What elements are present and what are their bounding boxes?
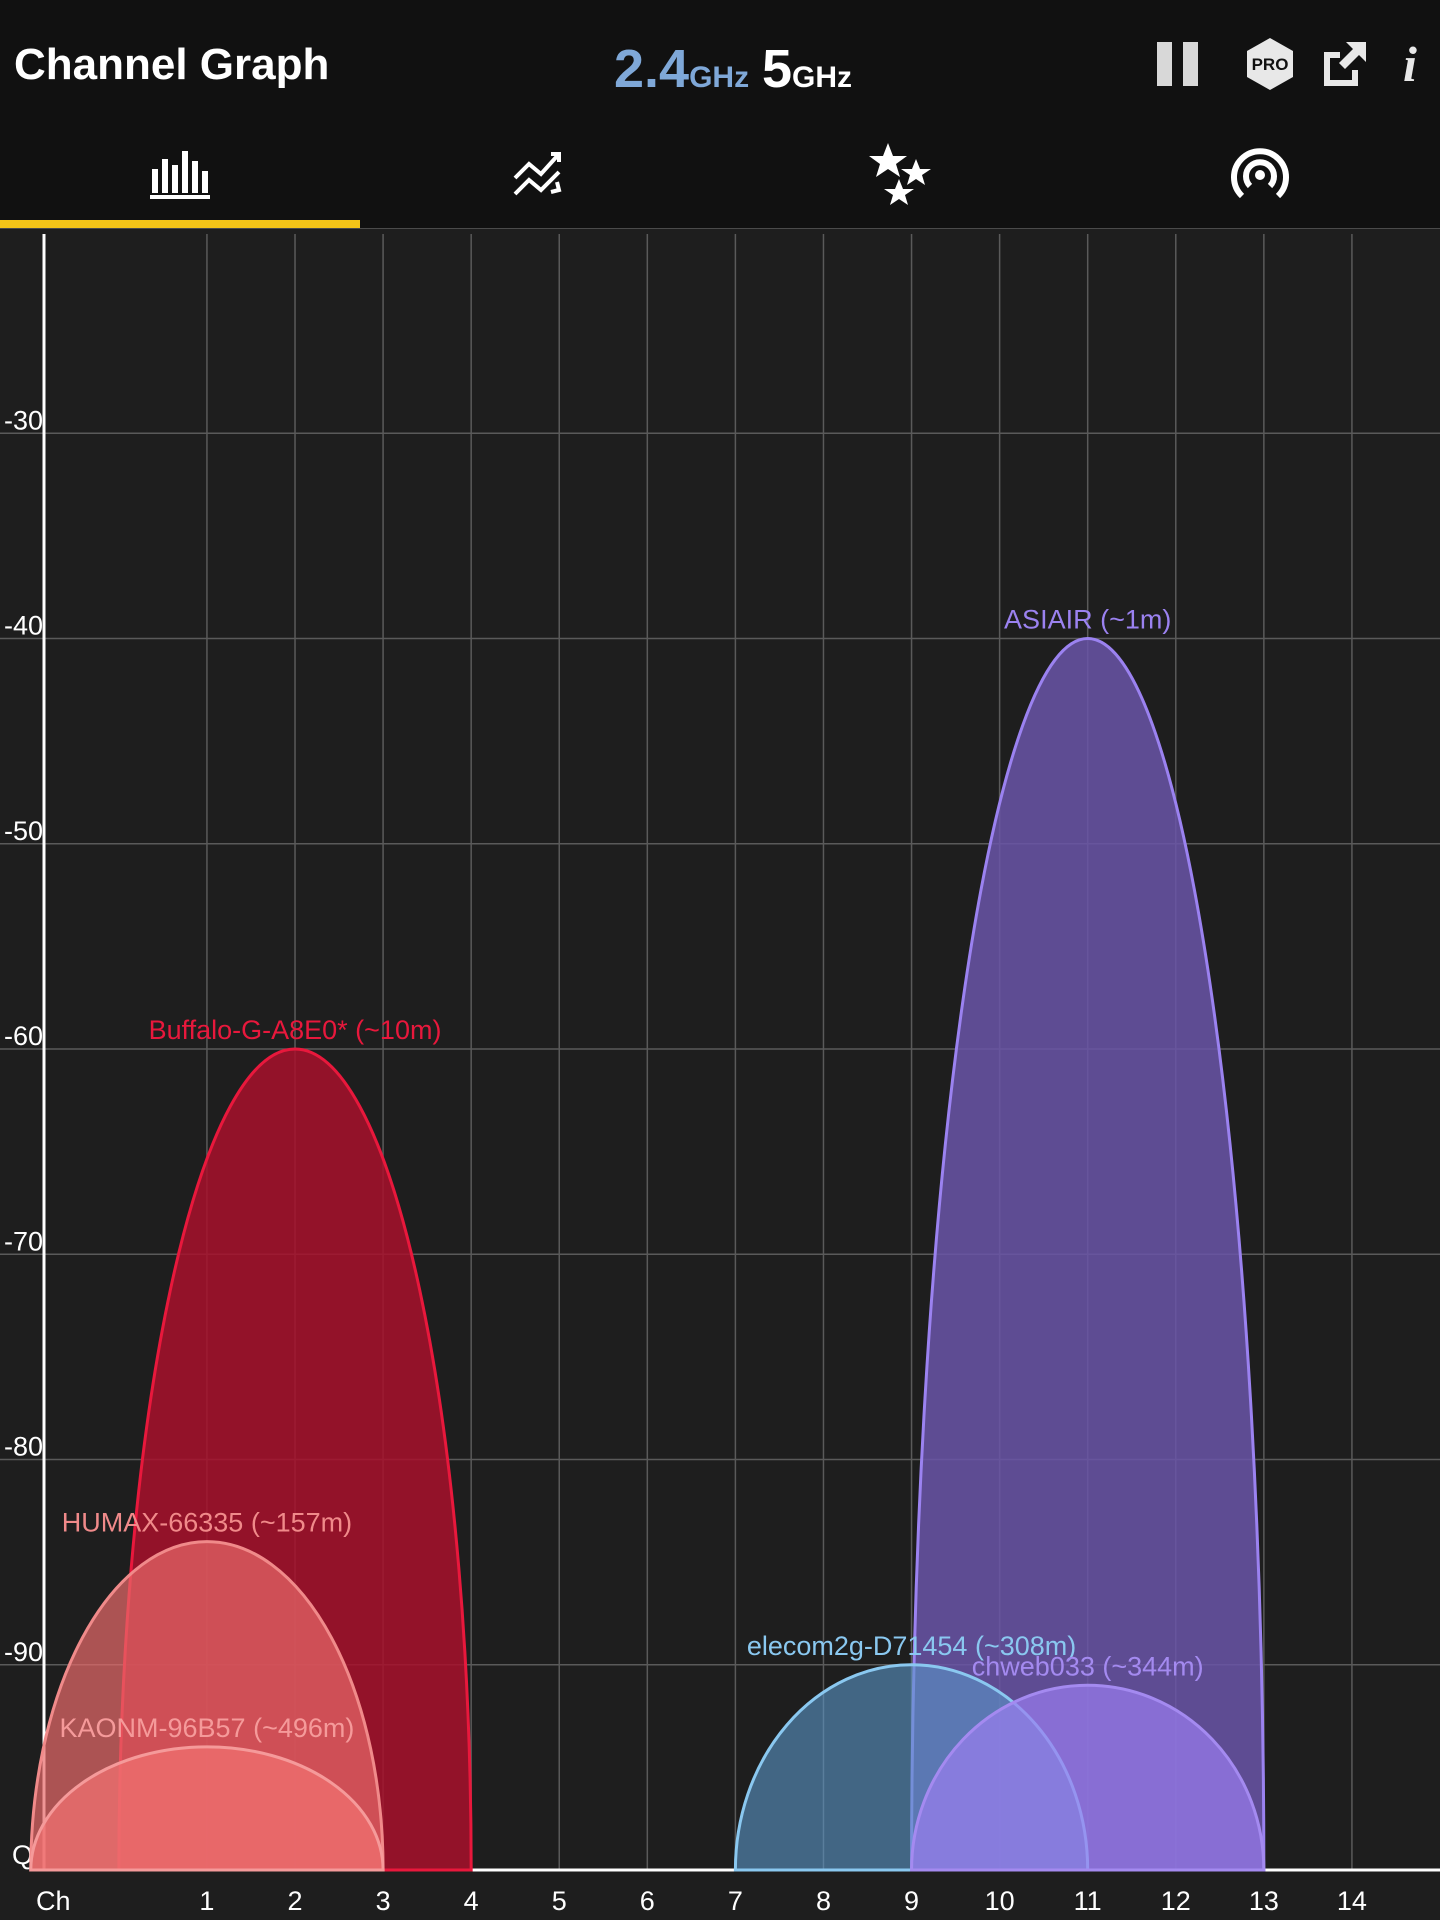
x-tick-label: 10: [985, 1886, 1015, 1916]
pro-badge-text: PRO: [1252, 55, 1289, 74]
x-tick-label: 12: [1161, 1886, 1191, 1916]
tab-time-graph[interactable]: [360, 120, 720, 228]
x-tick-label: 9: [904, 1886, 919, 1916]
channel-graph-chart: -20-30-40-50-60-70-80-901234567891011121…: [0, 228, 1440, 1916]
band-2-4ghz-toggle[interactable]: 2.4GHz: [614, 38, 749, 100]
x-tick-label: 7: [728, 1886, 743, 1916]
app-bar: Channel Graph 2.4GHz 5GHz PRO i: [0, 0, 1440, 120]
y-tick-label: -40: [4, 611, 43, 641]
x-tick-label: 2: [288, 1886, 303, 1916]
x-tick-label: 4: [464, 1886, 479, 1916]
y-tick-label: -90: [4, 1637, 43, 1667]
y-tick-label: -60: [4, 1021, 43, 1051]
share-external-icon: [1324, 42, 1366, 86]
tab-access-points[interactable]: [1080, 120, 1440, 228]
x-tick-label: 14: [1337, 1886, 1367, 1916]
x-tick-label: 11: [1074, 1886, 1102, 1916]
x-tick-label: 13: [1249, 1886, 1279, 1916]
pro-badge-icon: PRO: [1247, 38, 1293, 90]
network-label: Buffalo-G-A8E0* (~10m): [149, 1015, 442, 1045]
x-tick-label: 5: [552, 1886, 567, 1916]
x-tick-label: 6: [640, 1886, 655, 1916]
tab-channel-graph[interactable]: [0, 120, 360, 228]
band-2-4ghz-unit: GHz: [689, 61, 750, 94]
network-label: KAONM-96B57 (~496m): [60, 1713, 355, 1743]
x-tick-label: 1: [199, 1886, 214, 1916]
y-tick-label: -50: [4, 816, 43, 846]
x-tick-label: 8: [816, 1886, 831, 1916]
band-5ghz-toggle[interactable]: 5GHz: [762, 38, 852, 100]
band-5ghz-number: 5: [762, 39, 793, 99]
x-axis-label: Ch: [36, 1886, 71, 1916]
wifi-signal-icon: [1231, 148, 1289, 199]
network-label: HUMAX-66335 (~157m): [62, 1508, 352, 1538]
selected-tab-indicator: [0, 220, 360, 228]
pause-button[interactable]: [1150, 38, 1206, 90]
y-tick-label: -80: [4, 1432, 43, 1462]
tab-bar: [0, 120, 1440, 228]
band-2-4ghz-number: 2.4: [614, 39, 690, 99]
y-tick-label: -70: [4, 1226, 43, 1256]
pro-button[interactable]: PRO: [1240, 38, 1300, 90]
bar-chart-icon: [150, 151, 210, 199]
y-tick-label: -30: [4, 405, 43, 435]
network-label: ASIAIR (~1m): [1004, 605, 1171, 635]
band-5ghz-unit: GHz: [792, 61, 853, 94]
x-tick-label: 3: [376, 1886, 391, 1916]
page-title: Channel Graph: [14, 40, 330, 89]
info-icon: i: [1403, 36, 1417, 92]
y-tick-label: -20: [4, 228, 43, 230]
network-label: chweb033 (~344m): [972, 1651, 1204, 1681]
info-button[interactable]: i: [1390, 36, 1430, 92]
tab-channel-rating[interactable]: [720, 120, 1080, 228]
share-button[interactable]: [1316, 38, 1372, 90]
stars-icon: [869, 143, 931, 205]
line-trend-icon: [513, 152, 562, 196]
pause-icon: [1157, 42, 1198, 86]
